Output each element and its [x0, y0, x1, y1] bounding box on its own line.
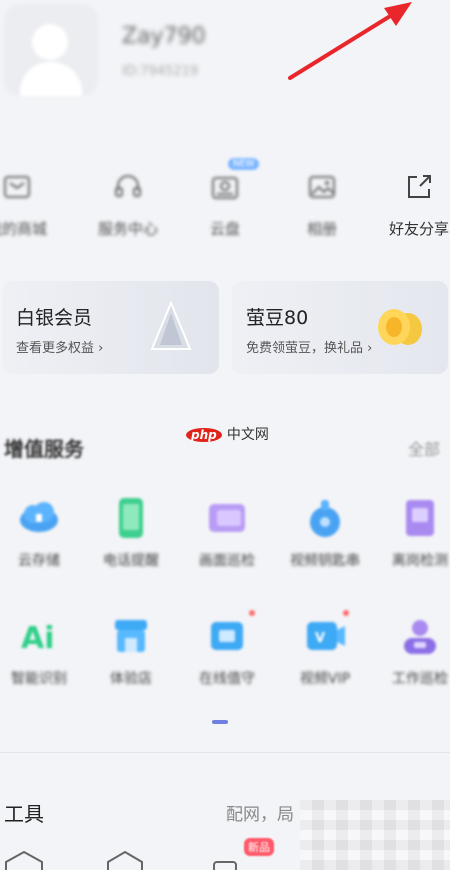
headset-icon	[115, 175, 141, 197]
online-guard-icon	[205, 610, 255, 658]
watermark: php 中文网	[186, 424, 269, 444]
service-store[interactable]: 体验店	[86, 614, 176, 688]
red-dot-badge	[249, 610, 255, 616]
service-screen-inspect[interactable]: 画面巡检	[182, 496, 272, 570]
quick-action-label: 我的商城	[0, 220, 47, 238]
service-label: 云存储	[18, 553, 60, 569]
service-label: 电话提醒	[103, 553, 159, 569]
service-label: 在线值守	[199, 671, 255, 687]
quick-action-mall[interactable]: 我的商城	[0, 172, 62, 239]
ai-icon: Ai	[17, 614, 61, 658]
service-video-vip[interactable]: V 视频VIP	[280, 610, 370, 688]
new-badge: NEW	[228, 158, 260, 170]
bean-coin-icon	[378, 309, 422, 345]
card-subtitle: 查看更多权益 ›	[16, 341, 104, 356]
watermark-text: 中文网	[226, 427, 269, 443]
svg-text:V: V	[315, 631, 325, 646]
service-online-guard[interactable]: 在线值守	[182, 610, 272, 688]
new-product-badge: 新品	[244, 838, 274, 856]
page-indicator	[212, 720, 228, 724]
quick-action-album[interactable]: 相册	[277, 172, 367, 239]
mosaic-overlay	[300, 800, 450, 870]
work-inspect-icon	[398, 614, 442, 658]
svg-text:Ai: Ai	[21, 621, 55, 656]
phone-alert-icon	[109, 496, 153, 540]
service-phone-alert[interactable]: 电话提醒	[86, 496, 176, 570]
quick-action-cloud-drive[interactable]: NEW 云盘	[180, 158, 270, 239]
photo-icon	[309, 176, 335, 198]
service-label: 视频钥匙串	[290, 553, 360, 569]
watermark-brand: php	[186, 428, 222, 442]
view-all-link[interactable]: 全部	[408, 436, 440, 460]
tools-title: 工具	[4, 802, 44, 826]
mail-icon	[4, 176, 30, 198]
video-key-icon	[303, 496, 347, 540]
share-icon	[408, 175, 431, 198]
card-title: 萤豆80	[246, 307, 309, 329]
cloud-storage-icon	[17, 496, 61, 540]
card-title: 白银会员	[16, 307, 93, 329]
absence-detect-icon	[398, 496, 442, 540]
service-label: 工作巡检	[392, 671, 448, 687]
section-divider	[0, 752, 450, 753]
store-icon	[109, 614, 153, 658]
screen-inspect-icon	[205, 496, 249, 540]
service-label: 离岗检测	[392, 553, 448, 569]
tools-subtitle[interactable]: 配网，局	[226, 800, 294, 825]
service-cloud-storage[interactable]: 云存储	[0, 496, 84, 570]
red-arrow-annotation	[288, 2, 412, 80]
beans-card[interactable]: 萤豆80 免费领萤豆，换礼品 ›	[232, 281, 448, 374]
quick-action-label: 云盘	[209, 220, 240, 238]
quick-action-label: 好友分享	[388, 220, 449, 238]
quick-action-label: 服务中心	[97, 220, 158, 238]
silver-crystal-icon	[150, 300, 192, 350]
service-absence-detect[interactable]: 离岗检测	[375, 496, 450, 570]
service-label: 智能识别	[11, 671, 67, 687]
quick-action-label: 相册	[306, 220, 337, 238]
service-label: 视频VIP	[299, 671, 351, 687]
red-dot-badge	[343, 610, 349, 616]
cloud-drive-icon	[212, 177, 238, 199]
quick-action-share[interactable]: 好友分享	[374, 172, 450, 239]
silver-member-card[interactable]: 白银会员 查看更多权益 ›	[2, 281, 219, 374]
service-label: 体验店	[110, 671, 152, 687]
service-label: 画面巡检	[199, 553, 255, 569]
service-work-inspect[interactable]: 工作巡检	[375, 614, 450, 688]
quick-action-service-center[interactable]: 服务中心	[83, 172, 173, 239]
service-ai[interactable]: Ai 智能识别	[0, 614, 84, 688]
service-video-key[interactable]: 视频钥匙串	[280, 496, 370, 570]
video-vip-icon: V	[303, 610, 349, 658]
user-avatar-icon[interactable]	[4, 4, 98, 96]
card-subtitle: 免费领萤豆，换礼品 ›	[246, 341, 373, 356]
user-id: ID:7945219	[122, 64, 199, 79]
section-title: 增值服务	[4, 437, 84, 461]
username: Zay790	[122, 24, 206, 49]
